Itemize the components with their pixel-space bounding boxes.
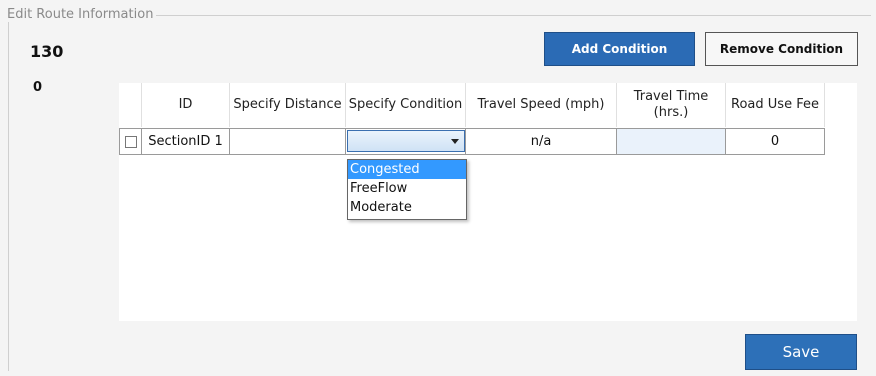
dropdown-option-freeflow[interactable]: FreeFlow <box>348 179 466 198</box>
header-condition: Specify Condition <box>346 83 466 127</box>
dropdown-option-moderate[interactable]: Moderate <box>348 198 466 217</box>
chevron-down-icon <box>451 139 459 144</box>
table-row[interactable]: SectionID 1 n/a 0 <box>119 128 825 155</box>
cell-fee[interactable]: 0 <box>726 129 825 154</box>
header-fee: Road Use Fee <box>726 83 825 127</box>
header-select <box>119 83 142 127</box>
cell-time <box>617 129 726 154</box>
route-grid: ID Specify Distance Specify Condition Tr… <box>119 83 857 321</box>
dropdown-option-congested[interactable]: Congested <box>348 160 466 179</box>
condition-dropdown: Congested FreeFlow Moderate <box>347 159 467 220</box>
route-count: 130 <box>30 42 64 61</box>
cell-distance[interactable] <box>230 129 346 154</box>
header-speed: Travel Speed (mph) <box>466 83 617 127</box>
row-select-cell <box>119 129 142 154</box>
header-id: ID <box>142 83 230 127</box>
header-distance: Specify Distance <box>230 83 346 127</box>
cell-speed: n/a <box>466 129 617 154</box>
cell-id: SectionID 1 <box>142 129 230 154</box>
header-time: Travel Time (hrs.) <box>617 83 726 127</box>
row-checkbox[interactable] <box>124 135 137 148</box>
condition-select[interactable] <box>347 130 465 152</box>
remove-condition-button[interactable]: Remove Condition <box>705 32 858 66</box>
add-condition-button[interactable]: Add Condition <box>544 32 695 66</box>
fieldset-legend: Edit Route Information <box>4 7 157 22</box>
sub-count: 0 <box>33 80 43 95</box>
save-button[interactable]: Save <box>745 334 857 370</box>
